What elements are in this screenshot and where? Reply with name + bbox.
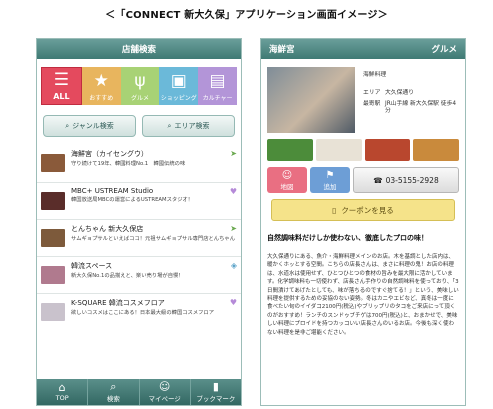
tab-search[interactable]: ⌕ 検索	[87, 379, 138, 405]
store-title: K-SQUARE 韓流コスメフロア	[71, 299, 165, 307]
store-title: 韓流スペース	[71, 262, 113, 270]
category-label: ショッピング	[160, 95, 197, 102]
store-desc: 新大久保No.1の品揃えと、楽い売り場が自慢！	[71, 273, 184, 279]
store-search-screen: 店舗検索 ☰ ALL ★ おすすめ ψ グルメ ▣ ショッピング ▤ カルチャー…	[36, 38, 242, 406]
fork-knife-icon: ψ	[134, 71, 146, 91]
store-title: 海鮮宮（カイセングウ）	[71, 150, 148, 158]
search-buttons: ⌕ ジャンル検索 ⌕ エリア検索	[43, 115, 235, 137]
photo-gallery	[267, 139, 459, 161]
store-title: とんちゃん 新大久保店	[71, 225, 144, 233]
bookmark-icon: ▮	[212, 380, 219, 393]
genre-search-button[interactable]: ⌕ ジャンル検索	[43, 115, 136, 137]
tab-mypage[interactable]: ☺ マイページ	[138, 379, 190, 405]
category-bar: ☰ ALL ★ おすすめ ψ グルメ ▣ ショッピング ▤ カルチャー	[41, 67, 237, 105]
star-icon: ★	[93, 71, 109, 91]
store-description: 大久保通りにある、魚介・海鮮料理メインのお店。木を基調とした店内は、暖かくホッと…	[267, 254, 459, 336]
gallery-photo[interactable]	[364, 139, 411, 161]
store-desc: 欲しいコスメはここにある！日本最大級の韓国コスメフロア	[71, 310, 215, 316]
store-info: 海鮮料理 エリア 大久保通り 最寄駅 JR山手線 新大久保駅 徒歩4分	[355, 67, 459, 133]
coupon-button[interactable]: ▯ クーポンを見る	[271, 199, 455, 221]
search-icon: ⌕	[65, 121, 70, 130]
category-label: おすすめ	[89, 95, 114, 102]
call-button[interactable]: ☎ 03-5155-2928	[353, 167, 459, 193]
phone-icon: ☎	[373, 175, 383, 185]
category-label: ALL	[53, 92, 70, 101]
category-label: グルメ	[431, 45, 457, 55]
store-title: MBC+ USTREAM Studio	[71, 187, 154, 195]
category-recommend[interactable]: ★ おすすめ	[81, 67, 121, 105]
tab-top[interactable]: ⌂ TOP	[37, 379, 87, 405]
list-item[interactable]: K-SQUARE 韓流コスメフロア 欲しいコスメはここにある！日本最大級の韓国コ…	[37, 293, 241, 330]
store-thumbnail	[41, 303, 65, 321]
coupon-label: クーポンを見る	[341, 205, 394, 215]
add-button[interactable]: ⚑ 追加	[310, 167, 350, 193]
category-label: グルメ	[130, 95, 149, 102]
area-search-label: エリア検索	[174, 122, 210, 130]
map-label: 地図	[280, 182, 294, 191]
user-icon: ☺	[158, 380, 171, 393]
genre-search-label: ジャンル検索	[72, 122, 114, 130]
store-thumbnail	[41, 192, 65, 210]
store-thumbnail	[41, 266, 65, 284]
category-gourmet[interactable]: ψ グルメ	[120, 67, 160, 105]
shopping-bag-icon: ◈	[230, 261, 237, 270]
mobile-icon: ▯	[332, 205, 337, 215]
pin-icon: ⚑	[325, 169, 335, 181]
category-label: カルチャー	[202, 95, 233, 102]
heart-icon: ♥	[229, 298, 237, 307]
header-title: 店舗検索	[121, 45, 156, 55]
store-detail-screen: 海鮮宮 グルメ 海鮮料理 エリア 大久保通り 最寄駅 JR山手線 新大久保駅 徒…	[260, 38, 466, 406]
search-icon: ⌕	[110, 380, 117, 393]
home-icon: ⌂	[58, 381, 66, 394]
book-icon: ▤	[209, 71, 226, 91]
list-item[interactable]: 韓流スペース 新大久保No.1の品揃えと、楽い売り場が自慢！ ◈	[37, 256, 241, 293]
map-button[interactable]: ☺ 地図	[267, 167, 307, 193]
store-desc: サムギョプサルといえばココ！元祖サムギョプサル専門店とんちゃん	[71, 236, 235, 242]
shopping-bag-icon: ▣	[170, 71, 187, 91]
gallery-photo[interactable]	[267, 139, 313, 161]
store-summary: 海鮮料理 エリア 大久保通り 最寄駅 JR山手線 新大久保駅 徒歩4分	[267, 67, 459, 133]
tab-bar: ⌂ TOP ⌕ 検索 ☺ マイページ ▮ ブックマーク	[37, 379, 241, 405]
add-label: 追加	[323, 182, 337, 191]
tab-label: TOP	[55, 394, 69, 402]
catch-copy: 自然調味料だけしか使わない、徹底したプロの味！	[267, 234, 428, 242]
store-genre: 海鮮料理	[363, 72, 387, 78]
category-culture[interactable]: ▤ カルチャー	[198, 67, 237, 105]
tab-label: ブックマーク	[196, 395, 236, 403]
station-value: JR山手線 新大久保駅 徒歩4分	[385, 101, 457, 114]
action-row: ☺ 地図 ⚑ 追加 ☎ 03-5155-2928	[267, 167, 459, 193]
phone-number: 03-5155-2928	[385, 175, 439, 185]
store-desc: 韓国放送局MBCの運営によるUSTREAMスタジオ！	[71, 197, 194, 203]
list-icon: ☰	[53, 70, 70, 90]
tab-label: 検索	[106, 395, 120, 403]
header-bar: 店舗検索	[37, 39, 241, 59]
store-list: 海鮮宮（カイセングウ） 守り続けて19年、韓國料理No.1 韓國伝統の味 ➤ M…	[37, 145, 241, 330]
store-thumbnail	[41, 229, 65, 247]
map-icon: ☺	[281, 169, 293, 181]
station-key: 最寄駅	[363, 101, 381, 107]
page-title: ＜「CONNECT 新大久保」アプリケーション画面イメージ＞	[105, 10, 388, 21]
category-shopping[interactable]: ▣ ショッピング	[159, 67, 199, 105]
store-photo	[267, 67, 355, 133]
gallery-photo[interactable]	[413, 139, 459, 161]
store-desc: 守り続けて19年、韓國料理No.1 韓國伝統の味	[71, 161, 186, 167]
tab-label: マイページ	[148, 395, 181, 403]
store-name-title: 海鮮宮	[269, 45, 295, 55]
heart-icon: ♥	[229, 187, 237, 196]
category-all[interactable]: ☰ ALL	[41, 67, 82, 105]
area-value: 大久保通り	[385, 90, 414, 96]
search-icon: ⌕	[167, 121, 172, 130]
area-search-button[interactable]: ⌕ エリア検索	[142, 115, 235, 137]
header-bar: 海鮮宮 グルメ	[261, 39, 465, 59]
fish-icon: ➤	[230, 224, 237, 233]
list-item[interactable]: MBC+ USTREAM Studio 韓国放送局MBCの運営によるUSTREA…	[37, 182, 241, 219]
fish-icon: ➤	[230, 149, 237, 158]
area-key: エリア	[363, 90, 381, 96]
gallery-photo[interactable]	[315, 139, 362, 161]
tab-bookmark[interactable]: ▮ ブックマーク	[189, 379, 241, 405]
store-thumbnail	[41, 154, 65, 172]
list-item[interactable]: 海鮮宮（カイセングウ） 守り続けて19年、韓國料理No.1 韓國伝統の味 ➤	[37, 145, 241, 182]
list-item[interactable]: とんちゃん 新大久保店 サムギョプサルといえばココ！元祖サムギョプサル専門店とん…	[37, 219, 241, 256]
